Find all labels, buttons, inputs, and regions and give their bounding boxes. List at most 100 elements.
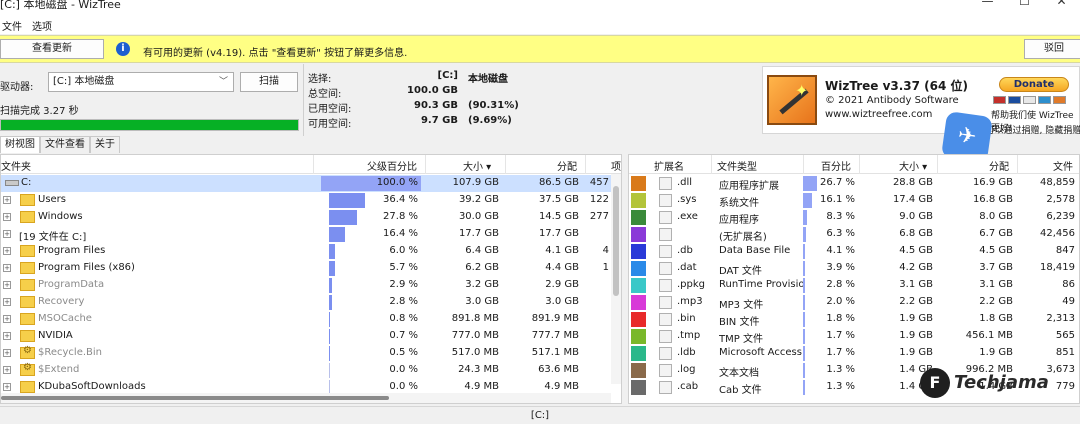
donate-button[interactable]: Donate [999, 77, 1069, 92]
parent-pct-bar: 100.0 % [321, 176, 421, 191]
scan-info-area: 驱动器: [C:] 本地磁盘 ﹀ 扫描 扫描完成 3.27 秒 选择: [C:]… [0, 64, 1080, 163]
files-value: 2,313 [1046, 313, 1075, 324]
file-type-icon [659, 279, 672, 292]
tree-row[interactable]: + Program Files 6.0 % 6.4 GB 4.1 GB 4 [1, 243, 621, 260]
color-swatch [631, 261, 646, 276]
parent-pct-bar: 0.0 % [321, 363, 421, 378]
col-header-ext[interactable]: 扩展名 [654, 158, 684, 173]
divider [303, 64, 304, 136]
file-type-icon [659, 330, 672, 343]
close-button[interactable]: ✕ [1043, 0, 1080, 8]
pct-text: 1.3 % [826, 364, 855, 375]
extension-row[interactable]: .tmp TMP 文件 1.7 % 1.9 GB 456.1 MB 565 [629, 328, 1079, 345]
tree-horizontal-scrollbar[interactable] [1, 393, 611, 403]
expand-icon[interactable]: + [3, 349, 11, 357]
pct-bar: 16.1 % [803, 193, 857, 208]
color-swatch [631, 346, 646, 361]
extension-row[interactable]: .mp3 MP3 文件 2.0 % 2.2 GB 2.2 GB 49 [629, 294, 1079, 311]
extension-row[interactable]: .bin BIN 文件 1.8 % 1.9 GB 1.8 GB 2,313 [629, 311, 1079, 328]
col-header-pct[interactable]: 百分比 [821, 158, 851, 173]
color-swatch [631, 210, 646, 225]
view-tabs: 树视图 文件查看 关于 [0, 136, 600, 153]
expand-icon[interactable]: + [3, 281, 11, 289]
extension-row[interactable]: .dll 应用程序扩展 26.7 % 28.8 GB 16.9 GB 48,859 [629, 175, 1079, 192]
tab-about[interactable]: 关于 [90, 136, 120, 153]
check-update-button[interactable]: 查看更新 [0, 39, 104, 59]
expand-icon[interactable]: + [3, 332, 11, 340]
extension-row[interactable]: .dat DAT 文件 3.9 % 4.2 GB 3.7 GB 18,419 [629, 260, 1079, 277]
col-header-ext-alloc[interactable]: 分配 [989, 158, 1009, 173]
size-value: 4.5 GB [899, 245, 933, 256]
folder-name: Program Files [38, 245, 106, 256]
size-value: 17.7 GB [458, 228, 499, 239]
expand-icon[interactable]: + [3, 298, 11, 306]
menu-file[interactable]: 文件 [2, 18, 22, 33]
tab-file-view[interactable]: 文件查看 [40, 136, 90, 153]
col-header-size[interactable]: 大小 ▾ [463, 158, 491, 173]
maximize-button[interactable]: ☐ [1006, 0, 1043, 8]
tree-row[interactable]: + Users 36.4 % 39.2 GB 37.5 GB 122 [1, 192, 621, 209]
folder-name: C: [21, 177, 32, 188]
file-type: Data Base File [719, 245, 791, 256]
website-link[interactable]: www.wiztreefree.com [825, 109, 932, 120]
stat-row-free: 可用空间: 9.7 GB (9.69%) [308, 115, 520, 130]
file-type: 应用程序扩展 [719, 181, 779, 192]
tree-row[interactable]: + Program Files (x86) 5.7 % 6.2 GB 4.4 GB 1 [1, 260, 621, 277]
expand-icon[interactable]: + [3, 213, 11, 221]
extension-row[interactable]: .ppkg RunTime Provision 2.8 % 3.1 GB 3.1 GB 8… [629, 277, 1079, 294]
color-swatch [631, 227, 646, 242]
scan-button[interactable]: 扫描 [240, 72, 298, 92]
color-swatch [631, 380, 646, 395]
col-header-parent-pct[interactable]: 父级百分比 [367, 158, 417, 173]
expand-icon[interactable]: + [3, 264, 11, 272]
extension-row[interactable]: .exe 应用程序 8.3 % 9.0 GB 8.0 GB 6,239 [629, 209, 1079, 226]
file-type: 应用程序 [719, 215, 759, 226]
minimize-button[interactable]: — [969, 0, 1006, 8]
drive-select[interactable]: [C:] 本地磁盘 ﹀ [48, 72, 234, 92]
col-header-folder[interactable]: 文件夹 [1, 158, 31, 173]
tab-tree-view[interactable]: 树视图 [0, 136, 40, 153]
col-header-alloc[interactable]: 分配 [557, 158, 577, 173]
pct-fill [329, 312, 330, 327]
tree-row[interactable]: + NVIDIA 0.7 % 777.0 MB 777.7 MB [1, 328, 621, 345]
expand-icon[interactable]: + [3, 366, 11, 374]
extension-row[interactable]: (无扩展名) 6.3 % 6.8 GB 6.7 GB 42,456 [629, 226, 1079, 243]
tree-vertical-scrollbar[interactable] [611, 174, 621, 384]
tree-row[interactable]: + Windows 27.8 % 30.0 GB 14.5 GB 277 [1, 209, 621, 226]
tree-row[interactable]: + $Extend 0.0 % 24.3 MB 63.6 MB [1, 362, 621, 379]
pct-fill [803, 210, 808, 225]
extension-row[interactable]: .ldb Microsoft Access R 1.7 % 1.9 GB 1.9 GB 8… [629, 345, 1079, 362]
pct-text: 0.5 % [389, 347, 418, 358]
size-value: 30.0 GB [458, 211, 499, 222]
alloc-value: 1.8 GB [979, 313, 1013, 324]
folder-icon [20, 245, 35, 257]
size-value: 24.3 MB [458, 364, 499, 375]
menu-options[interactable]: 选项 [32, 18, 52, 33]
col-header-files[interactable]: 文件 [1053, 158, 1073, 173]
size-value: 17.4 GB [892, 194, 933, 205]
extension-row[interactable]: .sys 系统文件 16.1 % 17.4 GB 16.8 GB 2,578 [629, 192, 1079, 209]
expand-icon[interactable]: + [3, 383, 11, 391]
dismiss-update-button[interactable]: 驳回 [1024, 39, 1080, 59]
tree-row[interactable]: + $Recycle.Bin 0.5 % 517.0 MB 517.1 MB [1, 345, 621, 362]
pct-text: 8.3 % [826, 211, 855, 222]
tree-row[interactable]: + Recovery 2.8 % 3.0 GB 3.0 GB [1, 294, 621, 311]
extension-row[interactable]: .db Data Base File 4.1 % 4.5 GB 4.5 GB 847 [629, 243, 1079, 260]
tree-row[interactable]: + ProgramData 2.9 % 3.2 GB 2.9 GB [1, 277, 621, 294]
pct-text: 5.7 % [389, 262, 418, 273]
expand-icon[interactable]: + [3, 315, 11, 323]
expand-icon[interactable]: + [3, 230, 11, 238]
tree-row[interactable]: C: 100.0 % 107.9 GB 86.5 GB 457 [1, 175, 621, 192]
col-header-ext-size[interactable]: 大小 ▾ [899, 158, 927, 173]
tree-row[interactable]: + [19 文件在 C:] 16.4 % 17.7 GB 17.7 GB [1, 226, 621, 243]
expand-icon[interactable]: + [3, 247, 11, 255]
file-type-icon [659, 347, 672, 360]
size-value: 1.9 GB [899, 347, 933, 358]
brand-panel: ✦ WizTree v3.37 (64 位) © 2021 Antibody S… [762, 66, 1080, 136]
col-header-type[interactable]: 文件类型 [717, 158, 757, 173]
expand-icon[interactable]: + [3, 196, 11, 204]
tree-row[interactable]: + MSOCache 0.8 % 891.8 MB 891.9 MB [1, 311, 621, 328]
file-type-icon [659, 194, 672, 207]
alloc-value: 37.5 GB [538, 194, 579, 205]
parent-pct-bar: 2.9 % [321, 278, 421, 293]
